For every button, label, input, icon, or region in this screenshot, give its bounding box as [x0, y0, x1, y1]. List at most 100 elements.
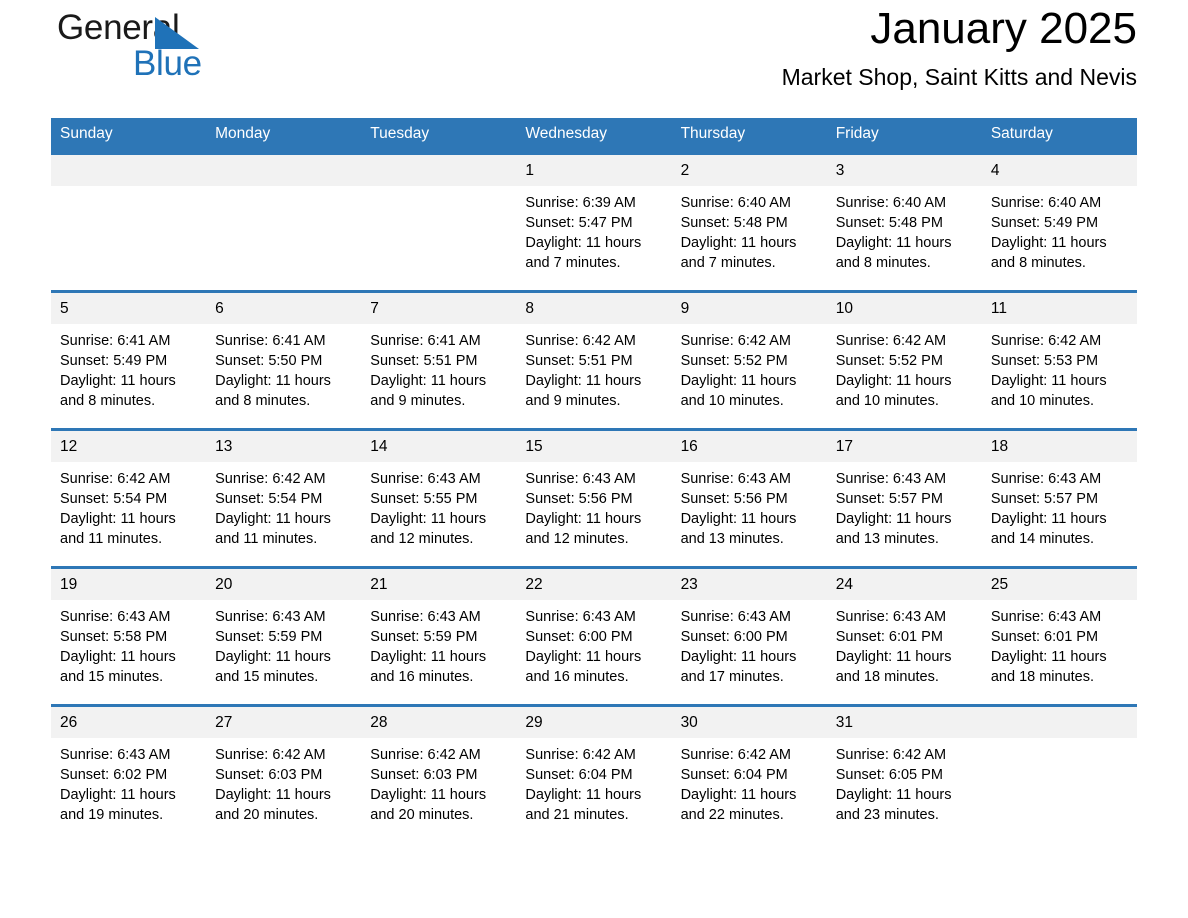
sunrise-text: Sunrise: 6:42 AM [990, 332, 1102, 349]
day-number: 26 [51, 706, 207, 738]
weekday-header-thursday: Thursday [671, 118, 827, 154]
sunset-text: Sunset: 5:50 PM [215, 352, 323, 369]
calendar-day-cell[interactable]: 18 Sunrise: 6:43 AM Sunset: 5:57 PM Dayl… [981, 429, 1137, 568]
calendar-day-cell[interactable] [981, 705, 1137, 842]
calendar-day-cell[interactable]: 19 Sunrise: 6:43 AM Sunset: 5:58 PM Dayl… [51, 567, 207, 706]
sunrise-text: Sunrise: 6:43 AM [60, 746, 171, 763]
sunset-text: Sunset: 6:01 PM [990, 628, 1099, 645]
daylight-text: Daylight: 11 hours and 18 minutes. [990, 649, 1107, 686]
calendar-day-cell[interactable]: 12 Sunrise: 6:42 AM Sunset: 5:54 PM Dayl… [51, 429, 207, 568]
calendar-day-cell[interactable]: 13 Sunrise: 6:42 AM Sunset: 5:54 PM Dayl… [206, 429, 362, 568]
day-details: Sunrise: 6:39 AM Sunset: 5:47 PM Dayligh… [516, 186, 671, 274]
calendar-day-cell[interactable]: 6 Sunrise: 6:41 AM Sunset: 5:50 PM Dayli… [206, 291, 362, 430]
sunset-text: Sunset: 5:48 PM [835, 214, 943, 231]
sunset-text: Sunset: 5:49 PM [60, 352, 168, 369]
calendar-day-cell[interactable]: 10 Sunrise: 6:42 AM Sunset: 5:52 PM Dayl… [826, 291, 982, 430]
sunrise-text: Sunrise: 6:43 AM [835, 608, 947, 625]
day-details: Sunrise: 6:41 AM Sunset: 5:51 PM Dayligh… [361, 324, 516, 412]
calendar-day-cell[interactable]: 15 Sunrise: 6:43 AM Sunset: 5:56 PM Dayl… [516, 429, 672, 568]
calendar-day-cell[interactable]: 29 Sunrise: 6:42 AM Sunset: 6:04 PM Dayl… [516, 705, 672, 842]
calendar-day-cell[interactable]: 21 Sunrise: 6:43 AM Sunset: 5:59 PM Dayl… [361, 567, 517, 706]
calendar-day-cell[interactable]: 22 Sunrise: 6:43 AM Sunset: 6:00 PM Dayl… [516, 567, 672, 706]
day-details: Sunrise: 6:41 AM Sunset: 5:50 PM Dayligh… [206, 324, 361, 412]
calendar-day-cell[interactable]: 14 Sunrise: 6:43 AM Sunset: 5:55 PM Dayl… [361, 429, 517, 568]
calendar-day-cell[interactable]: 1 Sunrise: 6:39 AM Sunset: 5:47 PM Dayli… [516, 153, 672, 292]
sunrise-text: Sunrise: 6:41 AM [60, 332, 171, 349]
day-details: Sunrise: 6:43 AM Sunset: 6:02 PM Dayligh… [51, 738, 206, 826]
sunrise-text: Sunrise: 6:42 AM [680, 332, 791, 349]
day-number: 4 [981, 154, 1137, 186]
sunrise-text: Sunrise: 6:42 AM [835, 746, 947, 763]
sunset-text: Sunset: 6:03 PM [215, 766, 323, 783]
day-number: 9 [671, 292, 827, 324]
calendar-day-cell[interactable]: 31 Sunrise: 6:42 AM Sunset: 6:05 PM Dayl… [826, 705, 982, 842]
sunset-text: Sunset: 5:54 PM [60, 490, 168, 507]
day-number: 11 [981, 292, 1137, 324]
daylight-text: Daylight: 11 hours and 15 minutes. [215, 649, 331, 686]
calendar-day-cell[interactable]: 24 Sunrise: 6:43 AM Sunset: 6:01 PM Dayl… [826, 567, 982, 706]
calendar-day-cell[interactable]: 2 Sunrise: 6:40 AM Sunset: 5:48 PM Dayli… [671, 153, 827, 292]
daylight-text: Daylight: 11 hours and 7 minutes. [525, 235, 642, 272]
calendar-day-cell[interactable]: 30 Sunrise: 6:42 AM Sunset: 6:04 PM Dayl… [671, 705, 827, 842]
day-details: Sunrise: 6:42 AM Sunset: 6:05 PM Dayligh… [827, 738, 982, 826]
sunset-text: Sunset: 5:52 PM [835, 352, 943, 369]
calendar-day-cell[interactable]: 25 Sunrise: 6:43 AM Sunset: 6:01 PM Dayl… [981, 567, 1137, 706]
day-details: Sunrise: 6:42 AM Sunset: 6:03 PM Dayligh… [361, 738, 516, 826]
day-number: 18 [981, 430, 1137, 462]
day-number [361, 154, 517, 186]
sunrise-text: Sunrise: 6:39 AM [525, 194, 636, 211]
calendar-day-cell[interactable]: 3 Sunrise: 6:40 AM Sunset: 5:48 PM Dayli… [826, 153, 982, 292]
calendar-day-cell[interactable]: 9 Sunrise: 6:42 AM Sunset: 5:52 PM Dayli… [671, 291, 827, 430]
calendar-day-cell[interactable]: 16 Sunrise: 6:43 AM Sunset: 5:56 PM Dayl… [671, 429, 827, 568]
day-details: Sunrise: 6:43 AM Sunset: 5:58 PM Dayligh… [51, 600, 206, 688]
sunset-text: Sunset: 5:54 PM [215, 490, 323, 507]
calendar-day-cell[interactable]: 4 Sunrise: 6:40 AM Sunset: 5:49 PM Dayli… [981, 153, 1137, 292]
calendar-day-cell[interactable] [361, 153, 517, 292]
sunset-text: Sunset: 5:56 PM [680, 490, 788, 507]
daylight-text: Daylight: 11 hours and 22 minutes. [680, 787, 797, 824]
sunset-text: Sunset: 6:04 PM [525, 766, 633, 783]
day-number: 7 [361, 292, 517, 324]
sunrise-text: Sunrise: 6:43 AM [835, 470, 947, 487]
general-blue-logo[interactable]: General Blue [57, 10, 387, 102]
day-number: 20 [206, 568, 362, 600]
calendar-day-cell[interactable]: 17 Sunrise: 6:43 AM Sunset: 5:57 PM Dayl… [826, 429, 982, 568]
day-number: 23 [671, 568, 827, 600]
calendar-day-cell[interactable] [51, 153, 207, 292]
day-number: 31 [826, 706, 982, 738]
day-number: 2 [671, 154, 827, 186]
calendar-body: 1 Sunrise: 6:39 AM Sunset: 5:47 PM Dayli… [51, 153, 1137, 842]
calendar-day-cell[interactable]: 11 Sunrise: 6:42 AM Sunset: 5:53 PM Dayl… [981, 291, 1137, 430]
sunset-text: Sunset: 6:02 PM [60, 766, 168, 783]
calendar-day-cell[interactable]: 28 Sunrise: 6:42 AM Sunset: 6:03 PM Dayl… [361, 705, 517, 842]
day-number [206, 154, 362, 186]
sunset-text: Sunset: 5:59 PM [215, 628, 323, 645]
sunset-text: Sunset: 6:00 PM [680, 628, 788, 645]
calendar-day-cell[interactable]: 8 Sunrise: 6:42 AM Sunset: 5:51 PM Dayli… [516, 291, 672, 430]
sunrise-text: Sunrise: 6:41 AM [215, 332, 326, 349]
sunrise-text: Sunrise: 6:43 AM [60, 608, 171, 625]
daylight-text: Daylight: 11 hours and 13 minutes. [835, 511, 952, 548]
daylight-text: Daylight: 11 hours and 8 minutes. [835, 235, 952, 272]
day-details: Sunrise: 6:40 AM Sunset: 5:48 PM Dayligh… [827, 186, 982, 274]
daylight-text: Daylight: 11 hours and 20 minutes. [370, 787, 487, 824]
calendar-day-cell[interactable]: 5 Sunrise: 6:41 AM Sunset: 5:49 PM Dayli… [51, 291, 207, 430]
calendar-day-cell[interactable]: 26 Sunrise: 6:43 AM Sunset: 6:02 PM Dayl… [51, 705, 207, 842]
calendar-day-cell[interactable]: 20 Sunrise: 6:43 AM Sunset: 5:59 PM Dayl… [206, 567, 362, 706]
daylight-text: Daylight: 11 hours and 18 minutes. [835, 649, 952, 686]
calendar-day-cell[interactable]: 7 Sunrise: 6:41 AM Sunset: 5:51 PM Dayli… [361, 291, 517, 430]
calendar-day-cell[interactable]: 23 Sunrise: 6:43 AM Sunset: 6:00 PM Dayl… [671, 567, 827, 706]
weekday-header-saturday: Saturday [981, 118, 1137, 154]
day-number: 14 [361, 430, 517, 462]
calendar-week-row: 12 Sunrise: 6:42 AM Sunset: 5:54 PM Dayl… [51, 429, 1137, 568]
calendar-day-cell[interactable]: 27 Sunrise: 6:42 AM Sunset: 6:03 PM Dayl… [206, 705, 362, 842]
weekday-header-wednesday: Wednesday [516, 118, 672, 154]
day-details [361, 186, 516, 193]
sunset-text: Sunset: 6:01 PM [835, 628, 943, 645]
day-number: 30 [671, 706, 827, 738]
day-details [51, 186, 206, 193]
day-number [51, 154, 207, 186]
day-details: Sunrise: 6:43 AM Sunset: 6:01 PM Dayligh… [827, 600, 982, 688]
calendar-day-cell[interactable] [206, 153, 362, 292]
sunset-text: Sunset: 5:58 PM [60, 628, 168, 645]
